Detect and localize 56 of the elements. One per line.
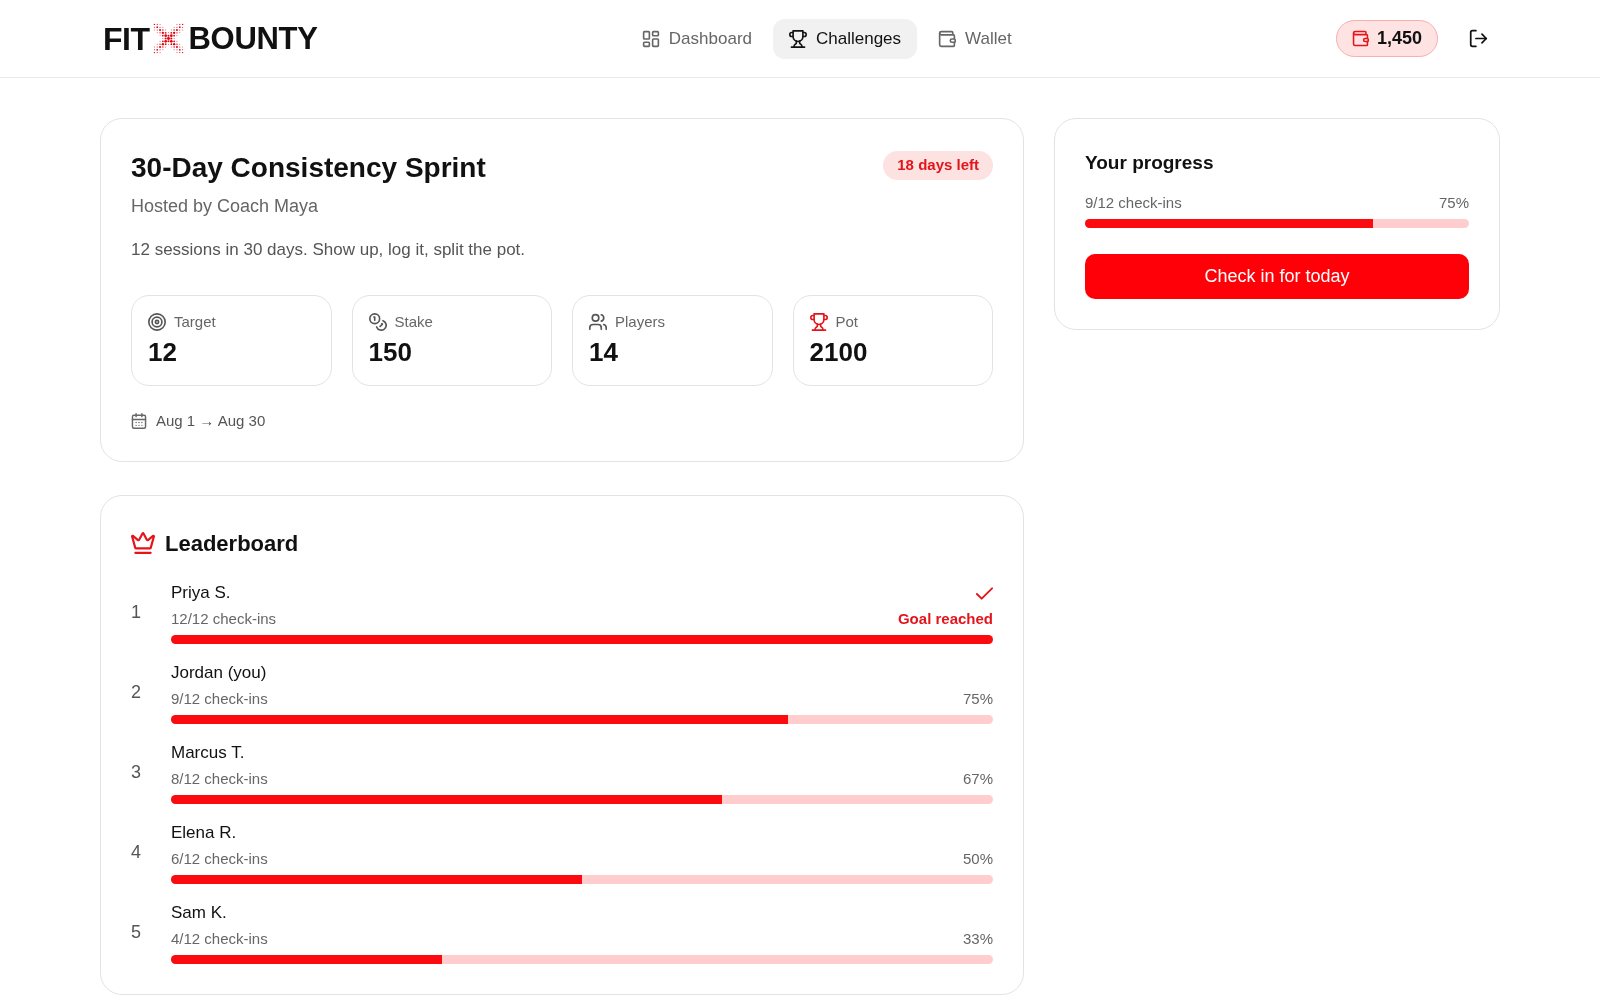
percent-text: 75% <box>962 688 993 709</box>
checkin-count: 8/12 check-ins <box>171 768 268 789</box>
wallet-icon <box>1351 30 1369 47</box>
stat-value: 14 <box>589 336 619 368</box>
stat-label: Target <box>174 311 216 332</box>
host-text: Hosted by Coach Maya <box>131 195 320 218</box>
rank-number: 3 <box>131 761 142 784</box>
trophy-icon <box>809 313 828 331</box>
rank-number: 5 <box>131 921 142 944</box>
player-name: Elena R. <box>171 822 237 845</box>
target-icon <box>148 313 166 331</box>
logout-icon <box>1468 29 1488 48</box>
percent-text: 33% <box>962 928 993 949</box>
rank-number: 4 <box>131 841 142 864</box>
player-name: Jordan (you) <box>171 662 267 685</box>
goal-status: Goal reached <box>897 608 993 629</box>
users-icon <box>589 313 607 331</box>
nav-tab[interactable]: Challenges <box>773 18 918 59</box>
percent-text: 75% <box>1438 192 1469 213</box>
stat-value: 150 <box>368 336 413 368</box>
rank-number: 1 <box>131 601 142 624</box>
stat-value: 2100 <box>809 336 869 368</box>
percent-text: 50% <box>962 848 993 869</box>
stat-value: 12 <box>148 336 178 368</box>
coins-icon <box>368 313 387 331</box>
checkin-count: 4/12 check-ins <box>171 928 268 949</box>
percent-text: 67% <box>962 768 993 789</box>
player-name: Marcus T. <box>171 742 245 765</box>
date-range: Aug 1 → Aug 30 <box>156 410 266 431</box>
dotted-x-logo-icon <box>153 23 185 54</box>
nav-tab[interactable]: Wallet <box>922 18 1028 59</box>
wallet-icon <box>938 29 957 48</box>
stat-label: Pot <box>835 311 858 332</box>
logo-text: FIT <box>103 22 150 55</box>
player-name: Sam K. <box>171 902 227 925</box>
days-left-badge: 18 days left <box>883 151 993 180</box>
checkin-count: 6/12 check-ins <box>171 848 268 869</box>
trophy-icon <box>789 29 807 48</box>
challenge-description: 12 sessions in 30 days. Show up, log it, split the pot. <box>131 239 527 261</box>
checkin-count: 9/12 check-ins <box>171 688 268 709</box>
check-in-button[interactable]: Check in for today <box>1085 254 1469 299</box>
stat-label: Stake <box>394 311 433 332</box>
player-name: Priya S. <box>171 582 231 605</box>
rank-number: 2 <box>131 681 142 704</box>
dashboard-grid-icon <box>641 29 660 48</box>
leaderboard-title: Leaderboard <box>165 529 299 558</box>
progress-title: Your progress <box>1085 151 1215 175</box>
crown-icon <box>131 531 155 555</box>
checkin-count: 9/12 check-ins <box>1085 192 1182 213</box>
nav-tab[interactable]: Dashboard <box>625 18 768 59</box>
balance-amount: 1,450 <box>1376 27 1422 50</box>
calendar-icon <box>131 413 147 429</box>
logo-text: BOUNTY <box>188 23 318 54</box>
checkin-count: 12/12 check-ins <box>171 608 277 629</box>
challenge-title: 30-Day Consistency Sprint <box>131 151 486 185</box>
stat-label: Players <box>615 311 666 332</box>
